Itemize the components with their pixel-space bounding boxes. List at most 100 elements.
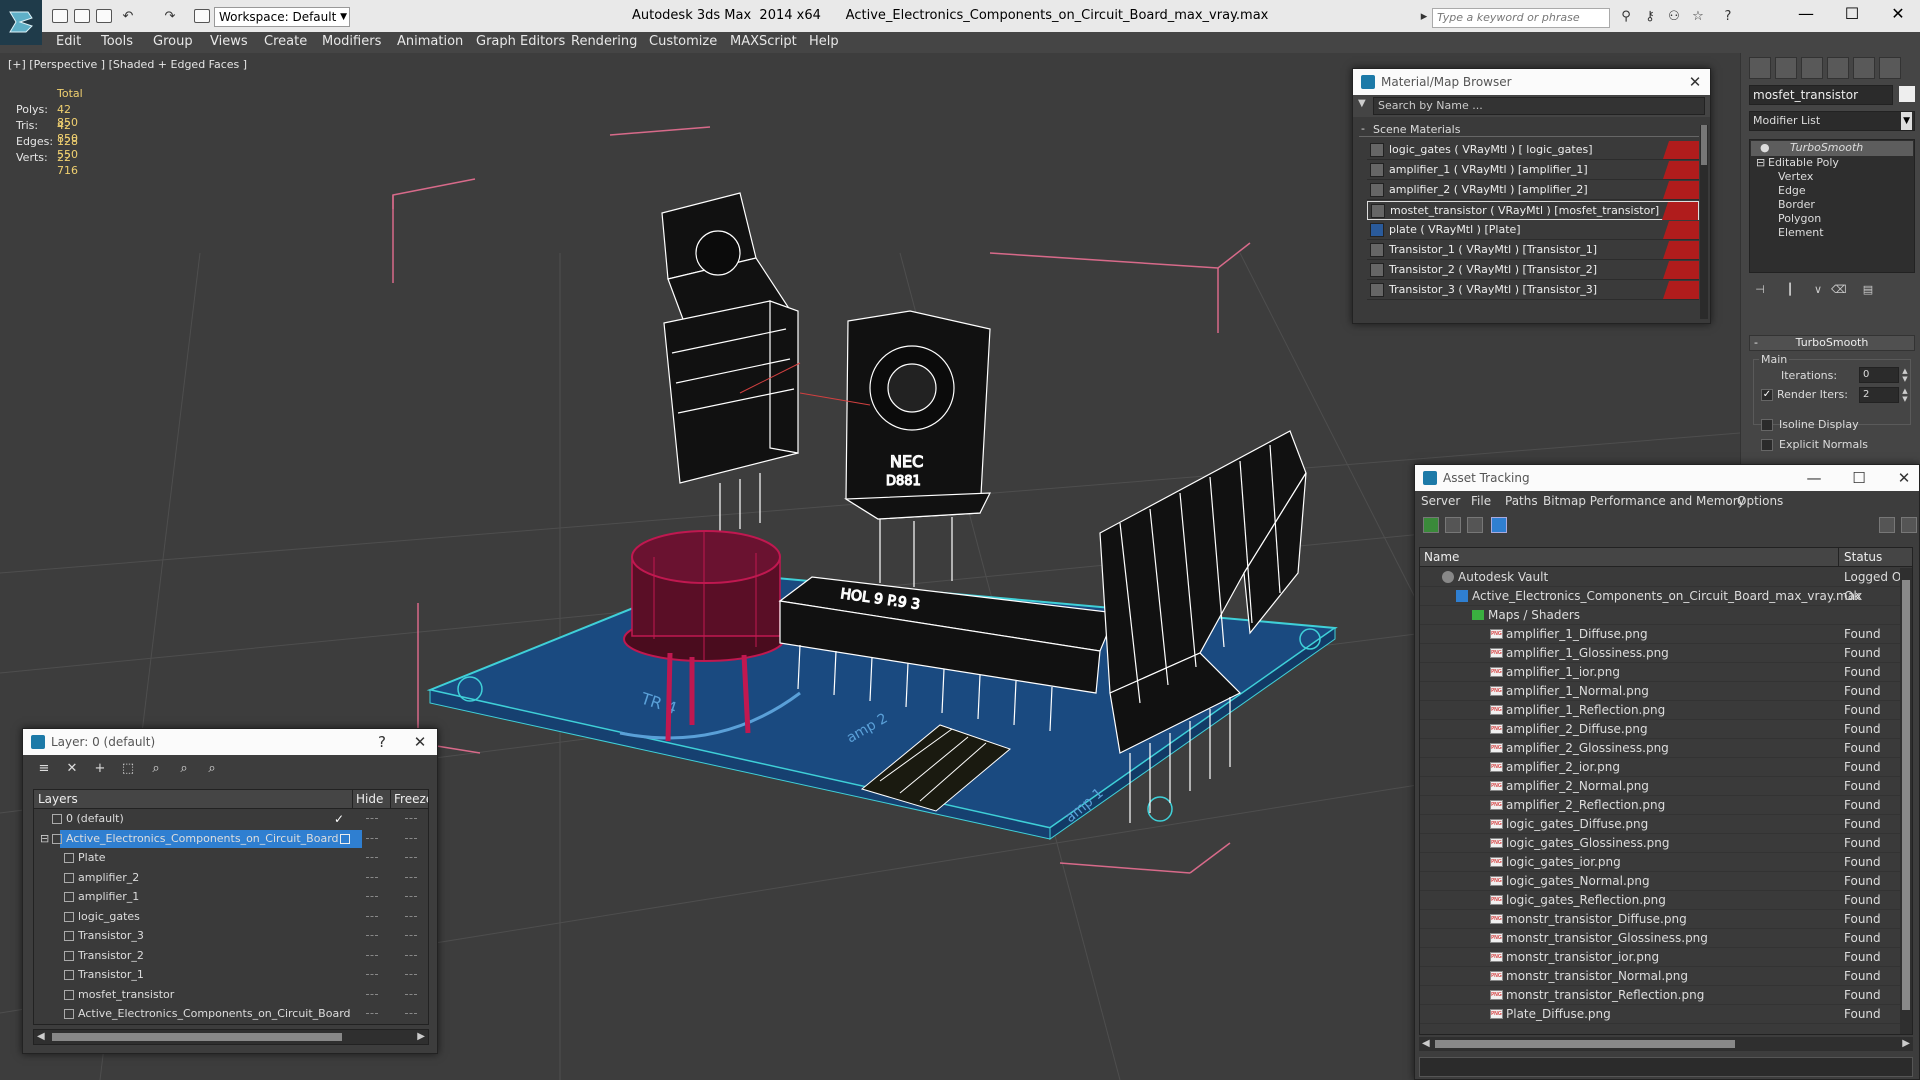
menu-customize[interactable]: Customize [649, 34, 717, 49]
help-button[interactable]: ? [367, 729, 397, 755]
thumbnail-view-icon[interactable] [1467, 517, 1483, 533]
help-icon[interactable]: ? [1720, 10, 1736, 24]
modifier-list-dropdown[interactable]: Modifier List ▼ [1749, 111, 1915, 131]
freeze-toggle[interactable] [405, 974, 417, 976]
hide-all-icon[interactable]: ⌕ [175, 761, 193, 777]
col-status-header[interactable]: Status [1844, 550, 1882, 564]
minimize-icon[interactable]: — [1799, 465, 1829, 491]
scroll-right-icon[interactable]: ▶ [417, 1031, 425, 1042]
menu-rendering[interactable]: Rendering [571, 34, 637, 49]
maximize-button[interactable]: ☐ [1832, 4, 1872, 26]
refresh-icon[interactable] [1423, 517, 1439, 533]
scene-materials-group[interactable]: - Scene Materials [1359, 122, 1699, 137]
column-divider[interactable] [352, 790, 353, 809]
close-button[interactable]: ✕ [405, 729, 435, 755]
stack-item-editable-poly[interactable]: Editable Poly [1768, 156, 1839, 169]
menu-help[interactable]: Help [809, 34, 839, 49]
material-scrollbar[interactable] [1700, 125, 1708, 319]
motion-tab-icon[interactable] [1827, 57, 1849, 79]
render-iters-spinner[interactable]: 2 [1859, 387, 1899, 403]
asset-row[interactable]: PNG monstr_transistor_ior.png Found [1420, 948, 1912, 967]
stack-item-vertex[interactable]: Vertex [1778, 170, 1813, 183]
scrollbar-thumb[interactable] [1902, 580, 1910, 1010]
undo-icon[interactable]: ↶ [120, 10, 136, 24]
communication-center-icon[interactable]: ⚇ [1666, 10, 1682, 24]
freeze-toggle[interactable] [405, 954, 417, 957]
highlight-layer-icon[interactable]: ⌕ [147, 761, 165, 777]
remove-modifier-icon[interactable]: ⌫ [1831, 283, 1847, 297]
col-name-header[interactable]: Name [1424, 550, 1459, 564]
col-layers-header[interactable]: Layers [38, 792, 78, 806]
isoline-display-checkbox[interactable] [1761, 419, 1773, 431]
col-hide-header[interactable]: Hide [356, 792, 383, 806]
binoculars-icon[interactable]: ⚲ [1618, 10, 1634, 24]
modify-tab-icon[interactable] [1775, 57, 1797, 79]
layer-row[interactable]: logic_gates [34, 908, 428, 927]
asset-row[interactable]: PNG logic_gates_Diffuse.png Found [1420, 815, 1912, 834]
layer-row[interactable]: amplifier_2 [34, 869, 428, 888]
material-item[interactable]: amplifier_2 ( VRayMtl ) [amplifier_2] [1367, 181, 1699, 200]
create-layer-icon[interactable]: ≡ [35, 761, 53, 777]
stack-item-polygon[interactable]: Polygon [1778, 212, 1821, 225]
freeze-toggle[interactable] [405, 837, 417, 840]
select-objects-icon[interactable]: ⬚ [119, 761, 137, 777]
asset-row[interactable]: Autodesk Vault Logged Ou [1420, 568, 1912, 587]
help-icon[interactable] [1879, 517, 1895, 533]
stack-item-edge[interactable]: Edge [1778, 184, 1806, 197]
explicit-normals-checkbox[interactable] [1761, 439, 1773, 451]
iterations-spinner[interactable]: 0 [1859, 367, 1899, 383]
project-folder-icon[interactable] [194, 9, 210, 23]
column-divider[interactable] [390, 790, 391, 809]
material-item[interactable]: amplifier_1 ( VRayMtl ) [amplifier_1] [1367, 161, 1699, 180]
workspace-dropdown[interactable]: Workspace: Default ▼ [214, 7, 350, 27]
material-browser-titlebar[interactable]: Material/Map Browser ✕ [1353, 69, 1710, 95]
layer-row[interactable]: Transistor_1 [34, 966, 428, 985]
asset-menu-server[interactable]: Server [1421, 494, 1460, 508]
freeze-all-icon[interactable]: ⌕ [203, 761, 221, 777]
close-icon[interactable]: ✕ [1680, 69, 1710, 95]
asset-vertical-scrollbar[interactable] [1900, 568, 1912, 1034]
menu-edit[interactable]: Edit [56, 34, 81, 49]
hide-toggle[interactable] [366, 993, 378, 996]
save-file-icon[interactable] [96, 9, 112, 23]
hide-toggle[interactable] [366, 954, 378, 957]
asset-path-field[interactable] [1419, 1057, 1913, 1077]
pin-stack-icon[interactable]: ⊣ [1753, 283, 1767, 297]
maximize-icon[interactable]: ☐ [1844, 465, 1874, 491]
stack-item-element[interactable]: Element [1778, 226, 1824, 239]
asset-row[interactable]: PNG amplifier_1_ior.png Found [1420, 663, 1912, 682]
object-color-swatch[interactable] [1899, 86, 1915, 102]
asset-menu-file[interactable]: File [1471, 494, 1491, 508]
create-tab-icon[interactable] [1749, 57, 1771, 79]
hide-toggle[interactable] [366, 857, 378, 859]
asset-row[interactable]: PNG monstr_transistor_Reflection.png Found [1420, 986, 1912, 1005]
layer-row[interactable]: mosfet_transistor [34, 986, 428, 1005]
freeze-toggle[interactable] [405, 857, 417, 859]
asset-row[interactable]: Maps / Shaders [1420, 606, 1912, 625]
asset-row[interactable]: PNG amplifier_2_Normal.png Found [1420, 777, 1912, 796]
scroll-right-icon[interactable]: ▶ [1902, 1038, 1910, 1049]
layer-row[interactable]: amplifier_1 [34, 888, 428, 907]
asset-horizontal-scrollbar[interactable]: ◀ ▶ [1419, 1037, 1913, 1051]
asset-row[interactable]: PNG logic_gates_Normal.png Found [1420, 872, 1912, 891]
render-iters-checkbox[interactable]: ✓ [1761, 389, 1773, 401]
asset-row[interactable]: PNG amplifier_1_Glossiness.png Found [1420, 644, 1912, 663]
pin-icon[interactable] [1901, 517, 1917, 533]
asset-row[interactable]: PNG amplifier_1_Diffuse.png Found [1420, 625, 1912, 644]
material-item[interactable]: Transistor_2 ( VRayMtl ) [Transistor_2] [1367, 261, 1699, 280]
configure-sets-icon[interactable]: ▤ [1861, 283, 1875, 297]
scrollbar-thumb[interactable] [1435, 1040, 1735, 1048]
material-search-input[interactable]: Search by Name ... [1373, 97, 1705, 115]
freeze-toggle[interactable] [405, 818, 417, 820]
show-end-result-icon[interactable]: ┃ [1783, 283, 1797, 297]
stack-item-turbosmooth[interactable]: TurboSmooth [1790, 141, 1863, 154]
asset-row[interactable]: PNG logic_gates_ior.png Found [1420, 853, 1912, 872]
make-unique-icon[interactable]: ∨ [1811, 283, 1825, 297]
asset-row[interactable]: PNG amplifier_1_Reflection.png Found [1420, 701, 1912, 720]
open-file-icon[interactable] [74, 9, 90, 23]
asset-row[interactable]: PNG amplifier_2_Glossiness.png Found [1420, 739, 1912, 758]
asset-row[interactable]: PNG amplifier_1_Normal.png Found [1420, 682, 1912, 701]
column-divider[interactable] [1838, 548, 1839, 567]
filter-icon[interactable]: ▼ [1358, 98, 1366, 109]
delete-layer-icon[interactable]: ✕ [63, 761, 81, 777]
